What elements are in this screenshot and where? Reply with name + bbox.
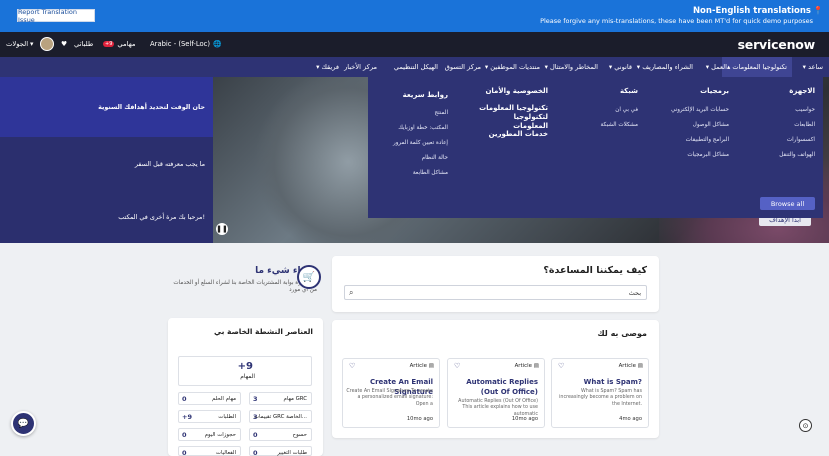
main-nav: ▾ ساعد ▴ تكنولوجيا المعلومات ▾ العمل ▾ ا… <box>0 57 829 77</box>
my-requests-link[interactable]: طلباتي <box>74 40 93 48</box>
document-icon: ▤ <box>533 363 539 369</box>
menu-heading-privacy[interactable]: الخصوصية والأمان <box>485 87 548 95</box>
article-card[interactable]: Article ▤ ♡ Automatic Replies (Out Of Off… <box>447 358 545 428</box>
top-header: الجولات ▾ ♥ طلباتي +9 مهامي Arabic - (Sel… <box>0 32 829 57</box>
menu-link[interactable]: حالة النظام <box>422 155 448 161</box>
article-date: 10mo ago <box>511 416 538 422</box>
article-type: Article <box>514 363 532 369</box>
nav-item-help[interactable]: ▾ ساعد <box>803 63 823 71</box>
article-title[interactable]: What is Spam? <box>556 377 642 387</box>
article-card[interactable]: Article ▤ ♡ Create An Email Signature Cre… <box>342 358 440 428</box>
help-title: كيف يمكننا المساعدة؟ <box>543 265 647 276</box>
hero-slide-3[interactable]: مرحبا بك مرة أخرى في المكتب! <box>0 190 213 243</box>
menu-heading-dev-services[interactable]: خدمات المطورين <box>489 130 548 138</box>
menu-heading-hardware[interactable]: الاجهزة <box>789 87 815 95</box>
activity-cell[interactable]: 0 حجوزات اليوم <box>178 428 241 441</box>
menu-link[interactable]: البرامج والتطبيقات <box>686 137 729 143</box>
help-card: كيف يمكننا المساعدة؟ ⌕ بحث <box>332 256 659 312</box>
activity-cell[interactable]: 0 طلبات التغيير <box>249 446 312 456</box>
servicenow-logo[interactable]: servicenow <box>738 37 816 52</box>
avatar[interactable] <box>40 37 54 51</box>
browse-all-button[interactable]: Browse all <box>760 197 815 210</box>
hero-slide-1[interactable]: حان الوقت لتحديد أهدافك السنوية <box>0 77 213 137</box>
menu-link[interactable]: مشاكل البرمجيات <box>687 152 729 158</box>
menu-link[interactable]: المكتب: خطة اوزبايك <box>398 125 448 131</box>
menu-heading-quick-links: روابط سريعة <box>402 91 448 99</box>
document-icon: ▤ <box>428 363 434 369</box>
tasks-summary[interactable]: +9 المهام <box>178 356 312 386</box>
hero-slide-2[interactable]: ما يجب معرفته قبل السفر <box>0 137 213 190</box>
active-items-title: العناصر النشطة الخاصة بي <box>214 327 313 336</box>
recommended-title: موصى به لك <box>597 329 647 338</box>
heart-icon[interactable]: ♥ <box>61 40 67 48</box>
document-icon: ▤ <box>637 363 643 369</box>
article-title[interactable]: Automatic Replies (Out Of Office) <box>452 377 538 397</box>
menu-link[interactable]: الهواتف والتنقل <box>779 152 815 158</box>
activity-cell[interactable]: 0 مهام الحلم <box>178 392 241 405</box>
nav-item-purchase[interactable]: ▾ الشراء والمصاريف <box>637 63 693 71</box>
recommended-card: موصى به لك Article ▤ ♡ What is Spam? What… <box>332 320 659 438</box>
article-card[interactable]: Article ▤ ♡ What is Spam? What is Spam? S… <box>551 358 649 428</box>
menu-link[interactable]: مشاكل الطابعة <box>413 170 448 176</box>
menu-link[interactable]: حواسيب <box>795 107 815 113</box>
menu-link[interactable]: مشكلات الشبكة <box>601 122 638 128</box>
menu-heading-software[interactable]: برمجيات <box>700 87 729 95</box>
menu-link[interactable]: اكسسوارات <box>787 137 815 143</box>
search-placeholder: بحث <box>628 289 641 297</box>
active-items-card: العناصر النشطة الخاصة بي +9 المهام 3 مهام… <box>168 318 323 456</box>
shopping-basket-icon[interactable]: 🛒 <box>297 265 321 289</box>
chat-icon[interactable]: 💬 <box>11 411 36 436</box>
search-icon: ⌕ <box>349 288 354 297</box>
activity-cell[interactable]: 0 الفعاليات <box>178 446 241 456</box>
accessibility-icon[interactable]: ⊙ <box>799 419 812 432</box>
heart-icon[interactable]: ♡ <box>454 362 460 370</box>
activity-cell[interactable]: 0 حسوح <box>249 428 312 441</box>
nav-item-legal[interactable]: ▾ قانوني <box>609 63 632 71</box>
nav-item-org-chart[interactable]: الهيكل التنظيمي <box>394 63 438 71</box>
it-mega-menu: الاجهزة حواسيب الطابعات اكسسوارات الهوات… <box>368 77 823 218</box>
report-translation-button[interactable]: Report Translation Issue <box>17 8 95 24</box>
banner-subtitle: Please forgive any mis-translations, the… <box>540 17 813 25</box>
search-input[interactable]: ⌕ بحث <box>344 285 647 300</box>
article-desc: Create An Email Signature To create a pe… <box>346 389 433 407</box>
nav-item-news[interactable]: مركز الأخبار <box>344 63 377 71</box>
nav-item-it[interactable]: ▴ تكنولوجيا المعلومات <box>721 57 792 77</box>
tasks-count: +9 <box>237 361 253 372</box>
nav-item-risk[interactable]: ▾ المخاطر والامتثال <box>545 63 598 71</box>
menu-link[interactable]: في بي ان <box>615 107 638 113</box>
my-tasks-link[interactable]: +9 مهامي <box>103 40 136 48</box>
menu-link[interactable]: الطابعات <box>794 122 815 128</box>
nav-item-work[interactable]: ▾ العمل <box>706 63 727 71</box>
article-date: 10mo ago <box>406 416 433 422</box>
translation-banner: Report Translation Issue 📍 Non-English t… <box>0 0 829 32</box>
pause-icon[interactable]: ❚❚ <box>216 223 228 235</box>
banner-title: Non-English translations <box>692 6 811 16</box>
nav-item-forums[interactable]: ▾ منتديات الموظفين <box>485 63 540 71</box>
activity-cell[interactable]: +9 الطلبات <box>178 410 241 423</box>
article-date: 4mo ago <box>619 416 642 422</box>
menu-link[interactable]: حسابات البريد الإلكتروني <box>671 107 729 113</box>
buy-desc: قم بزيارة بوابة المشتريات الخاصة بنا لشر… <box>173 280 317 294</box>
article-type: Article <box>409 363 427 369</box>
nav-item-team[interactable]: ▾ فريقك <box>316 63 339 71</box>
pin-icon: 📍 <box>813 6 823 15</box>
heart-icon[interactable]: ♡ <box>558 362 564 370</box>
globe-icon: 🌐 <box>213 40 222 48</box>
tours-menu[interactable]: الجولات <box>6 40 28 48</box>
tasks-label: المهام <box>240 374 255 380</box>
menu-link[interactable]: المنتج <box>435 110 448 116</box>
activity-cell[interactable]: 3 مهام GRC <box>249 392 312 405</box>
tasks-badge: +9 <box>103 41 115 47</box>
heart-icon[interactable]: ♡ <box>349 362 355 370</box>
menu-heading-it-for-it[interactable]: تكنولوجيا المعلومات لتكنولوجيا المعلومات <box>478 104 548 131</box>
article-desc: What is Spam? Spam has increasingly beco… <box>559 389 642 407</box>
nav-item-shopping[interactable]: مركز التسوق <box>445 63 481 71</box>
activity-cell[interactable]: 3 تقييمات GRC الخاصة... <box>249 410 312 423</box>
article-type: Article <box>618 363 636 369</box>
menu-heading-network[interactable]: شبكة <box>620 87 638 95</box>
menu-link[interactable]: مشاكل الوصول <box>693 122 729 128</box>
menu-link[interactable]: إعادة تعيين كلمة المرور <box>393 140 448 146</box>
language-selector[interactable]: Arabic - (Self-Loc) 🌐 <box>150 40 222 48</box>
chevron-down-icon[interactable]: ▾ <box>30 40 33 48</box>
